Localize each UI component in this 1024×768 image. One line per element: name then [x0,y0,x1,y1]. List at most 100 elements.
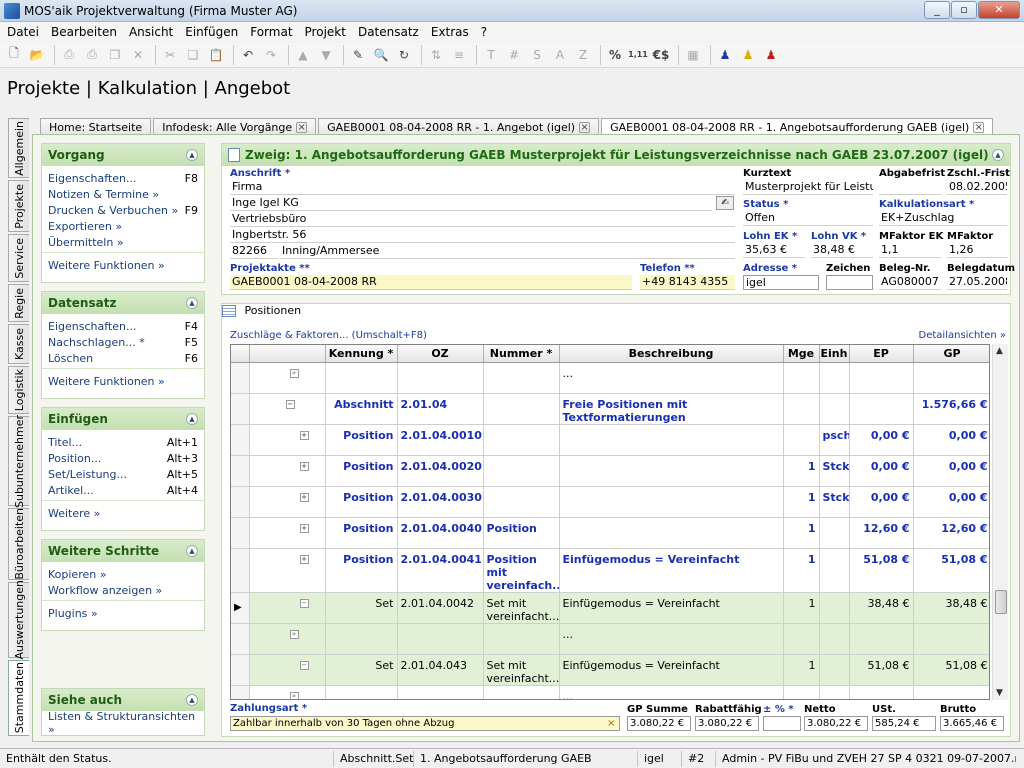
cut-icon[interactable]: ✂ [160,45,180,65]
collapse-icon[interactable]: ▲ [992,149,1004,161]
cell-ep[interactable] [849,685,914,699]
tab-home[interactable]: Home: Startseite [40,118,152,135]
tree-node-icon[interactable]: » [289,368,299,378]
type-s-icon[interactable]: S [527,45,547,65]
collapse-node-icon[interactable]: − [285,399,295,409]
cell-m[interactable]: 1 [783,592,820,624]
cell-m[interactable]: 1 [783,517,820,549]
close-button[interactable]: ✕ [978,1,1020,19]
cell-e[interactable] [819,685,850,699]
row-selector[interactable] [231,685,250,699]
table-row[interactable]: »... [231,685,989,699]
tab-angebot[interactable]: GAEB0001 08-04-2008 RR - 1. Angebot (ige… [318,118,600,135]
column-header[interactable]: Kennung * [325,345,398,363]
table-row[interactable]: + Position 2.01.04.0030 1 Stck 0,00 €0,00 € [231,486,989,518]
row-selector[interactable] [231,517,250,549]
cell-e[interactable] [819,393,850,425]
cell-nr[interactable]: Position mit vereinfach... [483,548,560,593]
mfaktor-vk-field[interactable]: 1,26 [947,243,1007,258]
tree-node-icon[interactable]: + [299,430,309,440]
anschrift-line-1[interactable]: Firma [230,180,735,195]
task-workflow[interactable]: Workflow anzeigen » [48,582,198,598]
table-row[interactable]: − Abschnitt 2.01.04 Freie Positionen mit Te… [231,393,989,425]
cell-nr[interactable]: Set mit vereinfacht... [483,654,560,686]
tree-cell[interactable]: − [249,592,326,624]
decimal-icon[interactable]: 1,11 [628,45,648,65]
pane-header[interactable]: Weitere Schritte ▲ [42,540,204,562]
telefon-field[interactable]: +49 8143 4355 [640,275,735,290]
cell-k[interactable]: Position [325,424,398,456]
prozent-field[interactable] [763,716,801,731]
close-tab-icon[interactable]: × [579,122,591,133]
type-t-icon[interactable]: T [481,45,501,65]
pane-header[interactable]: Einfügen ▲ [42,408,204,430]
task-eigenschaften[interactable]: Eigenschaften... F8 [48,170,198,186]
tree-cell[interactable]: + [249,455,326,487]
edit-pencil-icon[interactable]: ✎ [348,45,368,65]
cell-m[interactable] [783,362,820,394]
cell-b[interactable]: ... [559,685,784,699]
row-selector[interactable]: ▶ [231,592,250,624]
cell-k[interactable] [325,362,398,394]
cell-oz[interactable] [397,685,484,699]
sort-icon[interactable]: ⇅ [426,45,446,65]
cell-m[interactable] [783,393,820,425]
cell-oz[interactable]: 2.01.04.0041 [397,548,484,593]
kalkulationsart-field[interactable]: EK+Zuschlag [879,211,1007,226]
cell-ep[interactable]: 0,00 € [849,424,914,456]
zschl-frist-field[interactable]: 08.02.2005 [947,180,1007,195]
cell-k[interactable]: Position [325,548,398,593]
cell-e[interactable]: psch [819,424,850,456]
scroll-thumb[interactable] [995,590,1007,614]
tree-cell[interactable]: + [249,517,326,549]
cell-gp[interactable]: 0,00 € [913,455,989,487]
table-row[interactable]: + Position 2.01.04.0041 Position mit verein… [231,548,989,593]
cell-k[interactable]: Position [325,486,398,518]
plugins-link[interactable]: Plugins » [42,600,204,626]
vtab-bueroarbeiten[interactable]: Büroarbeiten [8,508,29,580]
column-header[interactable]: Einh [819,345,850,363]
weitere-link[interactable]: Weitere » [42,500,204,526]
menu-projekt[interactable]: Projekt [300,25,351,39]
address-lookup-icon[interactable]: ✍ [716,196,734,210]
column-header[interactable]: GP [913,345,989,363]
cell-m[interactable]: 1 [783,486,820,518]
cell-m[interactable]: 1 [783,455,820,487]
copy-doc-icon[interactable]: ❐ [105,45,125,65]
cell-gp[interactable]: 12,60 € [913,517,989,549]
delete-icon[interactable]: ✕ [128,45,148,65]
vtab-stammdaten[interactable]: Stammdaten [8,660,29,736]
cell-nr[interactable]: Position [483,517,560,549]
menu-datensatz[interactable]: Datensatz [353,25,424,39]
scroll-down-icon[interactable]: ▼ [996,688,1003,698]
weitere-funktionen-link[interactable]: Weitere Funktionen » [42,252,204,278]
copy-icon[interactable]: ❏ [183,45,203,65]
calculator-icon[interactable]: ▦ [683,45,703,65]
cell-gp[interactable] [913,623,989,655]
task-artikel[interactable]: Artikel... Alt+4 [48,482,198,498]
table-row[interactable]: + Position 2.01.04.0040 Position 1 12,60 €12,… [231,517,989,549]
vtab-regie[interactable]: Regie [8,284,29,322]
zahlungsart-field[interactable]: Zahlbar innerhalb von 30 Tagen ohne Abzu… [230,716,620,731]
tree-node-icon[interactable]: + [299,523,309,533]
cell-oz[interactable]: 2.01.04.0030 [397,486,484,518]
pane-header[interactable]: Datensatz ▲ [42,292,204,314]
cell-m[interactable] [783,424,820,456]
vtab-allgemein[interactable]: Allgemein [8,118,29,178]
new-doc-icon[interactable]: 🗋 [4,45,24,65]
table-row[interactable]: + Position 2.01.04.0020 1 Stck 0,00 €0,00 € [231,455,989,487]
cell-ep[interactable]: 51,08 € [849,548,914,593]
cell-oz[interactable]: 2.01.04.0040 [397,517,484,549]
detailansichten-link[interactable]: Detailansichten » [919,330,1006,341]
cell-k[interactable]: Position [325,517,398,549]
move-down-icon[interactable]: ▼ [316,45,336,65]
vertical-scrollbar[interactable]: ▲ ▼ [992,344,1008,700]
cell-gp[interactable]: 51,08 € [913,548,989,593]
row-selector[interactable] [231,362,250,394]
cell-oz[interactable]: 2.01.04 [397,393,484,425]
cell-gp[interactable] [913,685,989,699]
mfaktor-ek-field[interactable]: 1,1 [879,243,941,258]
menu-extras[interactable]: Extras [426,25,474,39]
type-a-icon[interactable]: A [550,45,570,65]
task-uebermitteln[interactable]: Übermitteln » [48,234,198,250]
